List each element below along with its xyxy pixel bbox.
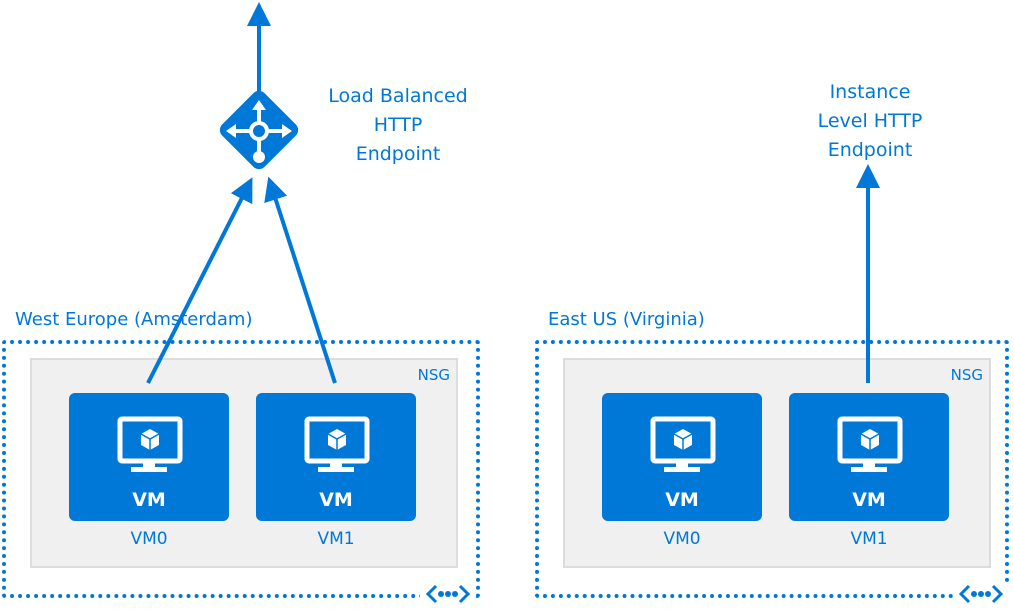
- arrow-vm0-to-lb: [146, 177, 253, 384]
- load-balancer-icon: [219, 90, 299, 170]
- connections-overlay: [146, 2, 880, 384]
- arrow-vm1-to-lb: [264, 176, 337, 384]
